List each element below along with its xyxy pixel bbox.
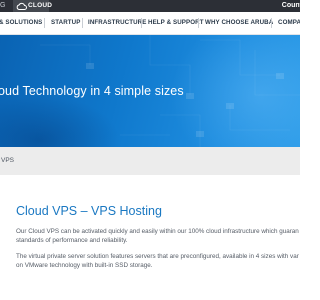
top-utility-bar: G CLOUD Count (0, 0, 302, 12)
nav-item-solutions[interactable]: & SOLUTIONS (0, 12, 42, 34)
hero-banner: oud Technology in 4 simple sizes (0, 35, 300, 147)
nav-item-why-choose-aruba[interactable]: WHY CHOOSE ARUBA (205, 12, 273, 34)
breadcrumb-current: VPS (1, 157, 15, 164)
page-title: Cloud VPS – VPS Hosting (16, 204, 162, 218)
cloud-tab[interactable]: CLOUD (13, 0, 53, 12)
nav-item-startup[interactable]: STARTUP (51, 12, 80, 34)
nav-item-help-support[interactable]: HELP & SUPPORT (148, 12, 204, 34)
nav-item-infrastructure[interactable]: INFRASTRUCTURE (88, 12, 146, 34)
topbar-fragment-text[interactable]: G (0, 1, 5, 11)
nav-item-company[interactable]: COMPA (278, 12, 300, 34)
features-paragraph-line: The virtual private server solution feat… (16, 253, 299, 260)
breadcrumb: VPS (0, 147, 300, 175)
nav-separator (141, 18, 142, 28)
intro-paragraph-line: Our Cloud VPS can be activated quickly a… (16, 228, 299, 235)
cloud-tab-label: CLOUD (28, 2, 53, 9)
nav-separator (82, 18, 83, 28)
cloud-icon (16, 2, 27, 10)
main-navigation: & SOLUTIONS STARTUP INFRASTRUCTURE HELP … (0, 12, 300, 35)
features-paragraph-line: on VMware technology with built-in SSD s… (16, 262, 153, 269)
nav-separator (44, 18, 45, 28)
intro-paragraph-line: standards of performance and reliability… (16, 237, 128, 244)
nav-separator (271, 18, 272, 28)
country-selector[interactable]: Count (282, 1, 302, 11)
hero-title: oud Technology in 4 simple sizes (0, 84, 184, 98)
nav-separator (198, 18, 199, 28)
